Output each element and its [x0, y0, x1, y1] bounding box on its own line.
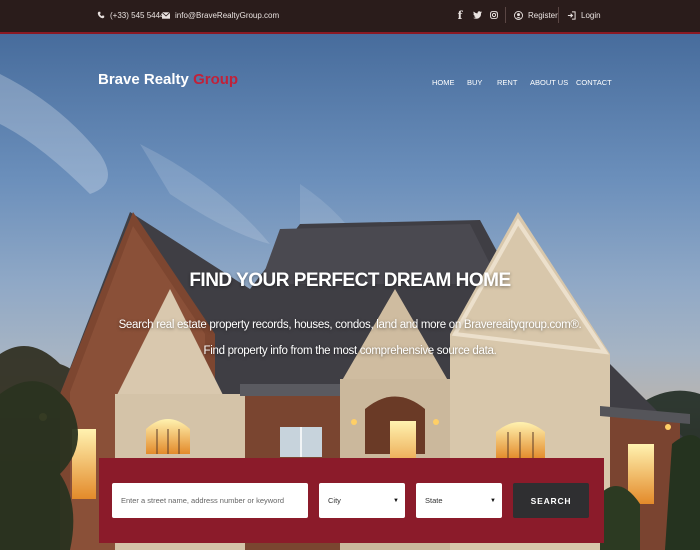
register-label: Register — [528, 10, 558, 20]
divider — [505, 7, 506, 23]
top-bar: (+33) 545 5444 info@BraveRealtyGroup.com… — [0, 0, 700, 34]
email-address: info@BraveRealtyGroup.com — [175, 10, 280, 20]
nav-item-contact[interactable]: CONTACT — [576, 78, 612, 87]
nav-label: CONTACT — [576, 78, 612, 87]
keyword-search-input[interactable]: Enter a street name, address number or k… — [112, 483, 308, 518]
brand-logo[interactable]: Brave Realty Group — [98, 71, 238, 88]
phone-contact[interactable]: (+33) 545 5444 — [97, 0, 165, 30]
search-button[interactable]: SEARCH — [513, 483, 589, 518]
phone-number: (+33) 545 5444 — [110, 10, 165, 20]
state-select[interactable]: State ▼ — [416, 483, 502, 518]
nav-item-rent[interactable]: RENT — [497, 78, 517, 87]
state-select-value: State — [425, 496, 443, 505]
brand-name-accent: Group — [193, 71, 239, 88]
sign-in-icon — [567, 10, 576, 20]
instagram-icon[interactable] — [488, 9, 500, 21]
nav-item-buy[interactable]: BUY — [467, 78, 482, 87]
nav-item-about-us[interactable]: ABOUT US — [530, 78, 568, 87]
nav-label: RENT — [497, 78, 518, 87]
hero-headline: FIND YOUR PERFECT DREAM HOME — [189, 270, 511, 291]
caret-down-icon: ▼ — [393, 498, 399, 504]
city-select[interactable]: City ▼ — [319, 483, 405, 518]
email-contact[interactable]: info@BraveRealtyGroup.com — [162, 0, 279, 30]
caret-down-icon: ▼ — [490, 498, 496, 504]
login-label: Login — [581, 10, 601, 20]
user-icon — [514, 10, 523, 20]
register-link[interactable]: Register — [514, 0, 558, 30]
divider — [558, 7, 559, 23]
facebook-icon[interactable]: f — [454, 9, 466, 22]
twitter-icon[interactable] — [471, 9, 483, 21]
nav-label: BUY — [467, 78, 483, 87]
nav-item-home[interactable]: HOME — [432, 78, 455, 87]
social-links: f — [454, 0, 500, 30]
property-search-panel: Enter a street name, address number or k… — [99, 458, 604, 543]
search-placeholder: Enter a street name, address number or k… — [121, 496, 284, 505]
city-select-value: City — [328, 496, 341, 505]
brand-name: Brave Realty — [98, 71, 189, 88]
login-link[interactable]: Login — [567, 0, 601, 30]
envelope-icon — [162, 11, 170, 19]
phone-icon — [97, 11, 105, 19]
hero-subline-secondary: Find property info from the most compreh… — [203, 345, 497, 357]
nav-label: HOME — [432, 78, 455, 87]
nav-label: ABOUT US — [530, 78, 569, 87]
hero-subline: Search real estate property records, hou… — [118, 319, 582, 331]
